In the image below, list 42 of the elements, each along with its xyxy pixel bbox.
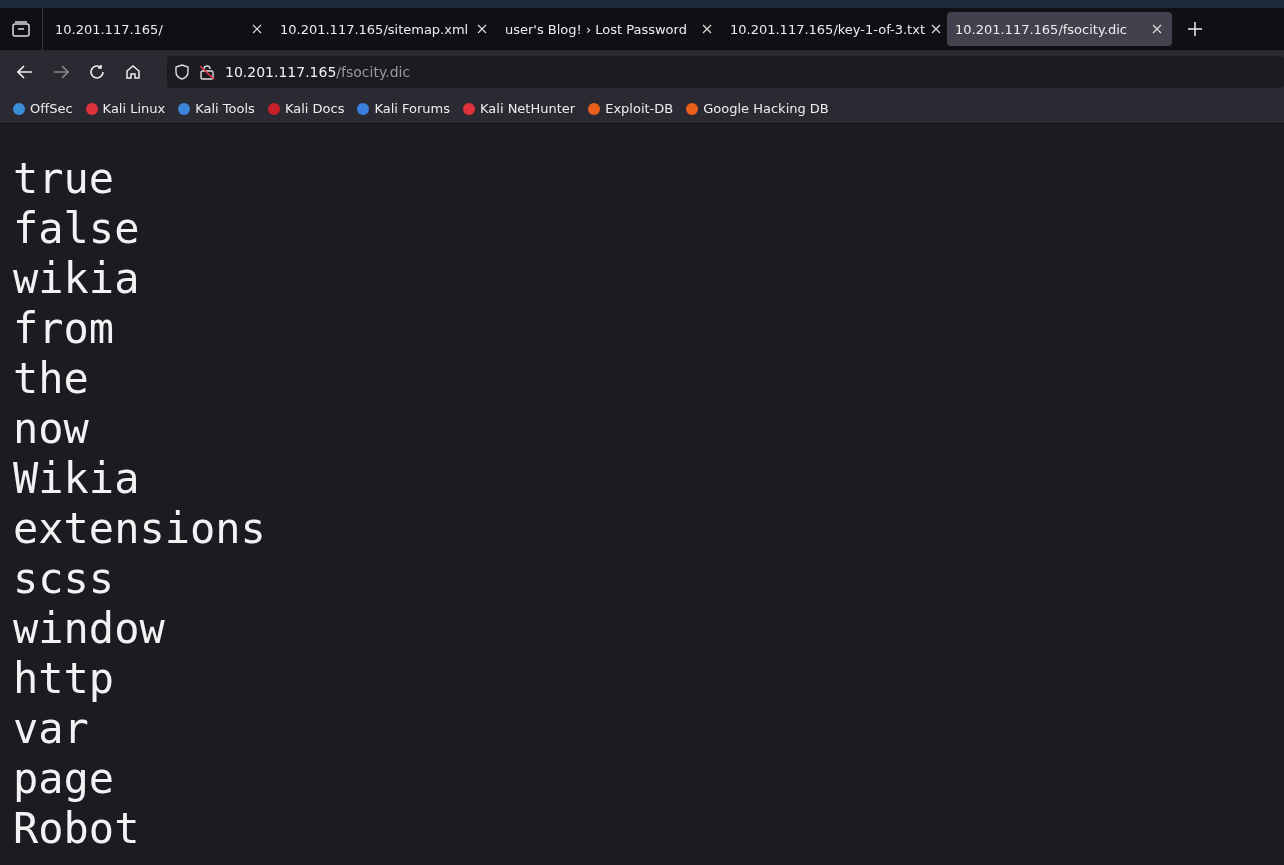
bookmark-link[interactable]: Kali Tools bbox=[177, 101, 255, 116]
bookmark-link[interactable]: OffSec bbox=[12, 101, 73, 116]
text-line: Wikia bbox=[13, 454, 140, 504]
forward-icon[interactable] bbox=[53, 65, 69, 79]
close-icon[interactable] bbox=[1152, 24, 1162, 34]
bookmark-link[interactable]: Kali Forums bbox=[356, 101, 451, 116]
new-tab-icon[interactable] bbox=[1188, 22, 1202, 36]
close-icon[interactable] bbox=[702, 24, 712, 34]
home-icon[interactable] bbox=[125, 64, 141, 80]
bookmark-link[interactable]: Exploit-DB bbox=[587, 101, 674, 116]
browser-tab[interactable]: 10.201.117.165/key-1-of-3.txt bbox=[722, 12, 947, 46]
text-line: false bbox=[13, 204, 140, 254]
bookmark-link[interactable]: Kali NetHunter bbox=[462, 101, 576, 116]
text-line: var bbox=[13, 704, 89, 754]
close-icon[interactable] bbox=[477, 24, 487, 34]
shield-icon[interactable] bbox=[175, 64, 189, 80]
browser-tab[interactable]: 10.201.117.165/sitemap.xml bbox=[272, 12, 497, 46]
browser-tab[interactable]: 10.201.117.165/ bbox=[47, 12, 272, 46]
bookmark-link[interactable]: Google Hacking DB bbox=[685, 101, 829, 116]
text-line: the bbox=[13, 354, 89, 404]
insecure-lock-icon[interactable] bbox=[199, 64, 215, 80]
text-line: now bbox=[13, 404, 89, 454]
url-text: 10.201.117.165/fsocity.dic bbox=[225, 64, 411, 80]
back-icon[interactable] bbox=[17, 65, 33, 79]
text-line: extensions bbox=[13, 504, 266, 554]
bookmark-link[interactable]: Kali Docs bbox=[266, 101, 345, 116]
close-icon[interactable] bbox=[931, 24, 941, 34]
text-line: page bbox=[13, 754, 115, 804]
text-line: Robot bbox=[13, 804, 140, 854]
bookmark-link[interactable]: Kali Linux bbox=[84, 101, 166, 116]
text-line: from bbox=[13, 304, 115, 354]
text-line: wikia bbox=[13, 254, 140, 304]
reload-icon[interactable] bbox=[89, 64, 105, 80]
tab-list-icon[interactable] bbox=[12, 21, 30, 37]
text-line: true bbox=[13, 154, 115, 204]
text-line: scss bbox=[13, 554, 115, 604]
text-line: http bbox=[13, 654, 115, 704]
browser-tab[interactable]: 10.201.117.165/fsocity.dic bbox=[947, 12, 1172, 46]
text-line: window bbox=[13, 604, 165, 654]
address-bar[interactable]: 10.201.117.165/fsocity.dic bbox=[167, 56, 1284, 88]
close-icon[interactable] bbox=[252, 24, 262, 34]
browser-tab[interactable]: user's Blog! › Lost Password bbox=[497, 12, 722, 46]
